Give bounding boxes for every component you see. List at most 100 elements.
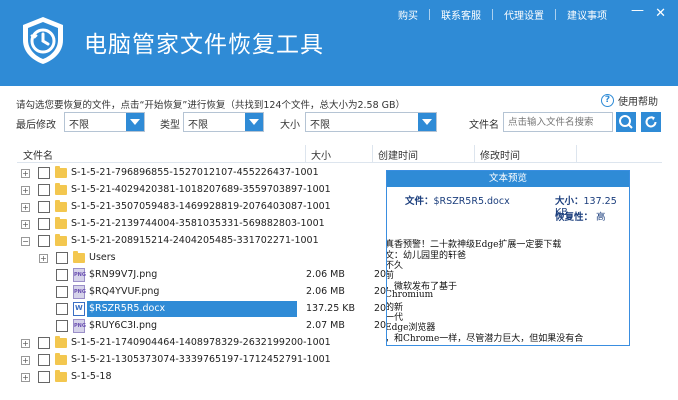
row-checkbox[interactable] — [38, 167, 50, 179]
folder-icon — [55, 370, 67, 382]
type-value: 不限 — [188, 120, 208, 131]
last-modified-value: 不限 — [69, 120, 89, 131]
table-header: 文件名 大小 创建时间 修改时间 — [17, 145, 662, 163]
table-row[interactable]: − S-1-5-21-208915214-2404205485-33170227… — [17, 233, 372, 250]
collapse-icon[interactable]: − — [21, 237, 30, 246]
shield-clock-logo-icon — [23, 17, 63, 64]
row-name: Users — [89, 252, 116, 263]
preview-recoverability-label: 恢复性： — [555, 212, 594, 223]
row-name: $RQ4YVUF.png — [89, 286, 160, 297]
table-row[interactable]: PNG $RUY6C3I.png 2.07 MB 20 — [17, 318, 386, 335]
table-row[interactable]: + S-1-5-21-2139744004-3581035331-5698828… — [17, 216, 372, 233]
preview-filename: 文件：$RSZR5R5.docx — [405, 193, 510, 207]
row-checkbox[interactable] — [56, 269, 68, 281]
column-divider — [305, 145, 306, 163]
last-modified-select[interactable]: 不限 — [64, 112, 145, 132]
filename-search-input[interactable] — [503, 112, 613, 132]
type-label: 类型 — [160, 120, 180, 131]
row-size: 137.25 KB — [306, 303, 356, 314]
table-row[interactable]: + S-1-5-18 — [17, 369, 372, 386]
row-name: S-1-5-21-1305373074-3339765197-171245279… — [71, 354, 331, 365]
size-label: 大小 — [280, 120, 300, 131]
minimize-button[interactable]: — — [631, 3, 644, 18]
row-checkbox[interactable] — [38, 235, 50, 247]
proxy-settings-link[interactable]: 代理设置 — [493, 7, 555, 22]
title-bar: 电脑管家文件恢复工具 购买 联系客服 代理设置 建议事项 — ✕ — [0, 0, 678, 86]
column-created[interactable]: 创建时间 — [378, 147, 418, 162]
table-row[interactable]: PNG $RQ4YVUF.png 2.06 MB 20 — [17, 284, 386, 301]
preview-line: ，和Chrome一样，尽管潜力巨大，但如果没有合 — [387, 334, 584, 344]
folder-icon — [73, 251, 85, 263]
table-row[interactable]: + Users — [17, 250, 372, 267]
row-checkbox[interactable] — [38, 218, 50, 230]
row-name: S-1-5-21-796896855-1527012107-455226437-… — [71, 167, 319, 178]
expand-icon[interactable]: + — [21, 339, 30, 348]
buy-link[interactable]: 购买 — [387, 7, 429, 22]
preview-title: 文本预览 — [387, 171, 629, 187]
refresh-button[interactable] — [641, 112, 661, 132]
row-created: 20 — [374, 320, 386, 331]
help-button[interactable]: ? 使用帮助 — [601, 93, 658, 108]
table-row[interactable]: + S-1-5-21-1305373074-3339765197-1712452… — [17, 352, 372, 369]
row-size: 2.07 MB — [306, 320, 345, 331]
expand-icon[interactable]: + — [39, 254, 48, 263]
row-name: S-1-5-21-208915214-2404205485-331702271-… — [71, 235, 319, 246]
preview-recoverability: 恢复性： 高 — [555, 209, 606, 223]
expand-icon[interactable]: + — [21, 169, 30, 178]
contact-support-link[interactable]: 联系客服 — [430, 7, 492, 22]
row-name: S-1-5-21-3507059483-1469928819-207640308… — [71, 201, 331, 212]
row-checkbox[interactable] — [38, 201, 50, 213]
preview-text: 真香预警！二十款神级Edge扩展一定要下载 文：幼儿园里的轩爸 不久 前 ，微软… — [387, 237, 629, 345]
folder-icon — [55, 217, 67, 229]
expand-icon[interactable]: + — [21, 356, 30, 365]
row-checkbox[interactable] — [38, 354, 50, 366]
expand-icon[interactable]: + — [21, 373, 30, 382]
row-name: S-1-5-21-1740904464-1408978329-263219920… — [71, 337, 331, 348]
expand-icon[interactable]: + — [21, 186, 30, 195]
column-size[interactable]: 大小 — [311, 147, 331, 162]
row-created: 20 — [374, 269, 386, 280]
table-row-selected[interactable]: $RSZR5R5.docx 137.25 KB 20 — [17, 301, 386, 318]
expand-icon[interactable]: + — [21, 203, 30, 212]
table-row[interactable]: + S-1-5-21-796896855-1527012107-45522643… — [17, 165, 372, 182]
png-file-icon: PNG — [73, 285, 86, 299]
preview-line: Chromium — [387, 290, 434, 300]
row-checkbox[interactable] — [56, 286, 68, 298]
close-button[interactable]: ✕ — [655, 6, 666, 21]
table-row[interactable]: PNG $RN99V7J.png 2.06 MB 20 — [17, 267, 386, 284]
column-filename[interactable]: 文件名 — [23, 147, 53, 162]
row-checkbox[interactable] — [38, 371, 50, 383]
top-links: 购买 联系客服 代理设置 建议事项 — [387, 7, 618, 22]
suggestions-link[interactable]: 建议事项 — [556, 7, 618, 22]
expand-icon[interactable]: + — [21, 220, 30, 229]
column-divider — [372, 145, 373, 163]
folder-icon — [55, 183, 67, 195]
row-checkbox[interactable] — [56, 320, 68, 332]
column-modified[interactable]: 修改时间 — [480, 147, 520, 162]
preview-recoverability-value: 高 — [596, 212, 606, 223]
preview-filename-value: $RSZR5R5.docx — [433, 196, 510, 207]
row-checkbox[interactable] — [38, 184, 50, 196]
row-created: 20 — [374, 303, 386, 314]
row-checkbox[interactable] — [56, 303, 68, 315]
size-value: 不限 — [310, 120, 330, 131]
row-name: S-1-5-18 — [71, 371, 112, 382]
folder-icon — [55, 234, 67, 246]
row-size: 2.06 MB — [306, 286, 345, 297]
table-row[interactable]: + S-1-5-21-3507059483-1469928819-2076403… — [17, 199, 372, 216]
refresh-icon — [645, 116, 657, 128]
size-select[interactable]: 不限 — [305, 112, 437, 132]
row-checkbox[interactable] — [38, 337, 50, 349]
folder-icon — [55, 353, 67, 365]
folder-icon — [55, 166, 67, 178]
filename-label: 文件名 — [469, 120, 499, 131]
search-button[interactable] — [616, 112, 636, 132]
type-select[interactable]: 不限 — [183, 112, 264, 132]
row-checkbox[interactable] — [56, 252, 68, 264]
row-name: $RUY6C3I.png — [89, 320, 158, 331]
search-icon — [619, 115, 633, 129]
table-row[interactable]: + S-1-5-21-1740904464-1408978329-2632199… — [17, 335, 372, 352]
table-row[interactable]: + S-1-5-21-4029420381-1018207689-3559703… — [17, 182, 372, 199]
preview-filename-label: 文件： — [405, 196, 434, 207]
text-preview-panel: 文本预览 文件：$RSZR5R5.docx 大小：137.25 KB 恢复性： … — [386, 170, 630, 346]
